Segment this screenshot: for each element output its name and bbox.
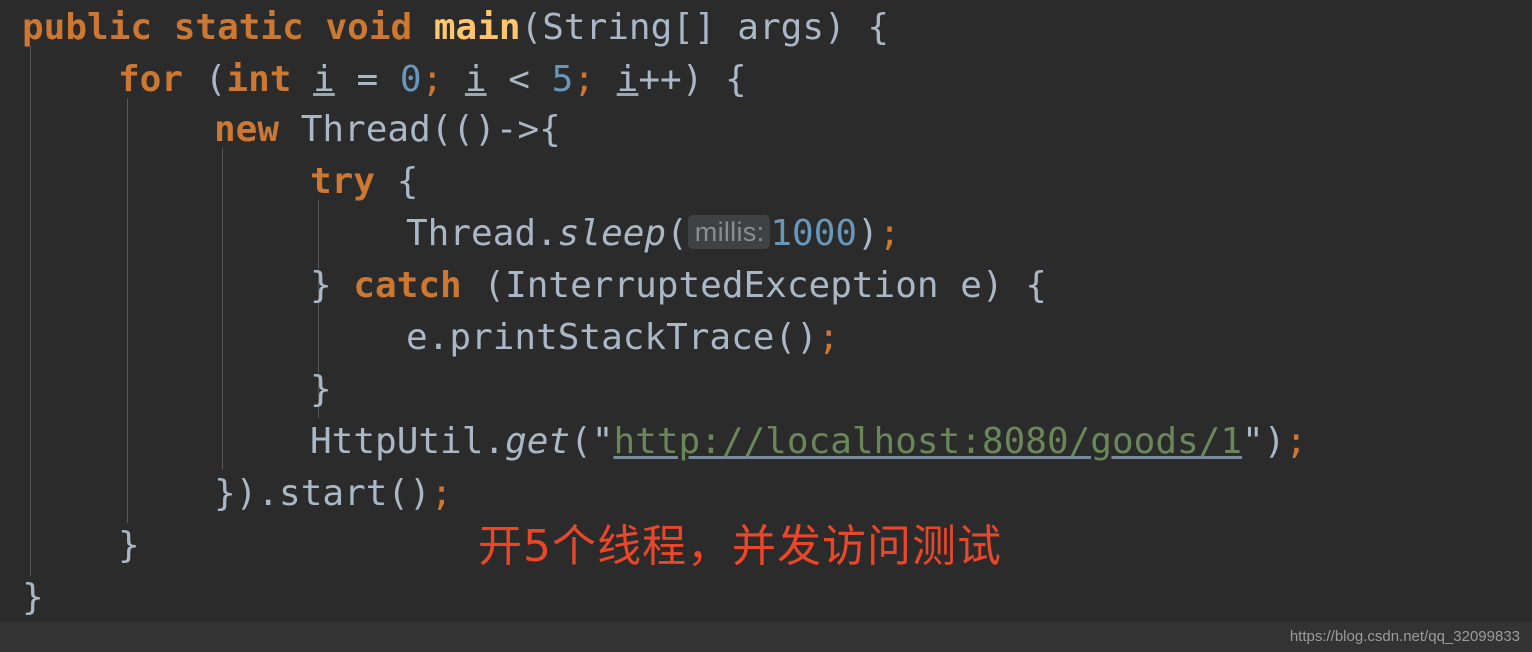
token-keyword-void: void bbox=[325, 7, 413, 48]
token-keyword-static: static bbox=[173, 7, 304, 48]
parameter-hint-millis[interactable]: millis: bbox=[687, 215, 771, 249]
token-variable-i: i bbox=[464, 59, 487, 100]
token-class-thread: Thread. bbox=[406, 213, 558, 254]
code-line-3[interactable]: new Thread(()->{ bbox=[0, 104, 1532, 156]
token-semicolon: ; bbox=[1285, 421, 1308, 462]
code-screenshot: public static void main(String[] args) {… bbox=[0, 0, 1532, 652]
token-less-than-op: < bbox=[486, 59, 552, 100]
code-line-6[interactable]: } catch (InterruptedException e) { bbox=[0, 260, 1532, 312]
code-line-8[interactable]: } bbox=[0, 364, 1532, 416]
watermark-url: https://blog.csdn.net/qq_32099833 bbox=[1289, 628, 1520, 645]
code-line-9[interactable]: HttpUtil.get("http://localhost:8080/good… bbox=[0, 416, 1532, 468]
token-method-name-main: main bbox=[433, 7, 521, 48]
token-close-brace: } bbox=[118, 525, 140, 566]
token-open-brace: { bbox=[375, 161, 419, 202]
code-line-7[interactable]: e.printStackTrace(); bbox=[0, 312, 1532, 364]
token-start-call: }).start() bbox=[214, 473, 431, 514]
token-method-get: get bbox=[505, 421, 571, 462]
code-line-10[interactable]: }).start(); bbox=[0, 468, 1532, 520]
token-open-paren: ( bbox=[183, 59, 227, 100]
token-semicolon: ; bbox=[573, 59, 595, 100]
token-class-httputil: HttpUtil. bbox=[310, 421, 506, 462]
token-open-paren-quote: (" bbox=[570, 421, 614, 462]
token-open-paren: ( bbox=[666, 213, 688, 254]
token-number-1000: 1000 bbox=[770, 213, 858, 254]
token-semicolon: ; bbox=[430, 473, 453, 514]
token-close-paren: ) bbox=[857, 213, 879, 254]
token-params-signature: (String[] args) { bbox=[520, 7, 890, 48]
token-exception-param: (InterruptedException e) { bbox=[461, 265, 1047, 306]
code-line-5[interactable]: Thread.sleep(millis: 1000); bbox=[0, 208, 1532, 260]
token-increment-tail: ++) { bbox=[638, 59, 747, 100]
token-variable-i: i bbox=[313, 59, 335, 100]
token-quote-close-paren: ") bbox=[1242, 421, 1286, 462]
code-line-4[interactable]: try { bbox=[0, 156, 1532, 208]
token-assign-op: = bbox=[334, 59, 400, 100]
token-url-string[interactable]: http://localhost:8080/goods/1 bbox=[613, 421, 1242, 462]
token-close-brace: } bbox=[310, 369, 332, 410]
token-keyword-catch: catch bbox=[353, 265, 462, 306]
token-number-five: 5 bbox=[551, 59, 574, 100]
token-keyword-for: for bbox=[118, 59, 184, 100]
code-editor[interactable]: public static void main(String[] args) {… bbox=[0, 0, 1532, 622]
code-line-2[interactable]: for (int i = 0; i < 5; i++) { bbox=[0, 54, 1532, 106]
token-thread-lambda: Thread(()->{ bbox=[279, 109, 561, 150]
token-keyword-new: new bbox=[214, 109, 280, 150]
token-close-brace: } bbox=[22, 577, 44, 618]
token-semicolon: ; bbox=[817, 317, 840, 358]
token-keyword-int: int bbox=[226, 59, 292, 100]
token-variable-i: i bbox=[616, 59, 639, 100]
token-keyword-public: public bbox=[22, 7, 153, 48]
token-print-stack-trace-call: e.printStackTrace() bbox=[406, 317, 818, 358]
token-keyword-try: try bbox=[310, 161, 376, 202]
token-semicolon: ; bbox=[878, 213, 901, 254]
token-semicolon: ; bbox=[421, 59, 444, 100]
token-number-zero: 0 bbox=[399, 59, 422, 100]
token-method-sleep: sleep bbox=[557, 213, 667, 254]
token-close-brace: } bbox=[310, 265, 354, 306]
code-line-1[interactable]: public static void main(String[] args) { bbox=[0, 2, 1532, 54]
code-line-12[interactable]: } bbox=[0, 572, 1532, 624]
chinese-annotation-text: 开5个线程，并发访问测试 bbox=[478, 521, 1002, 572]
